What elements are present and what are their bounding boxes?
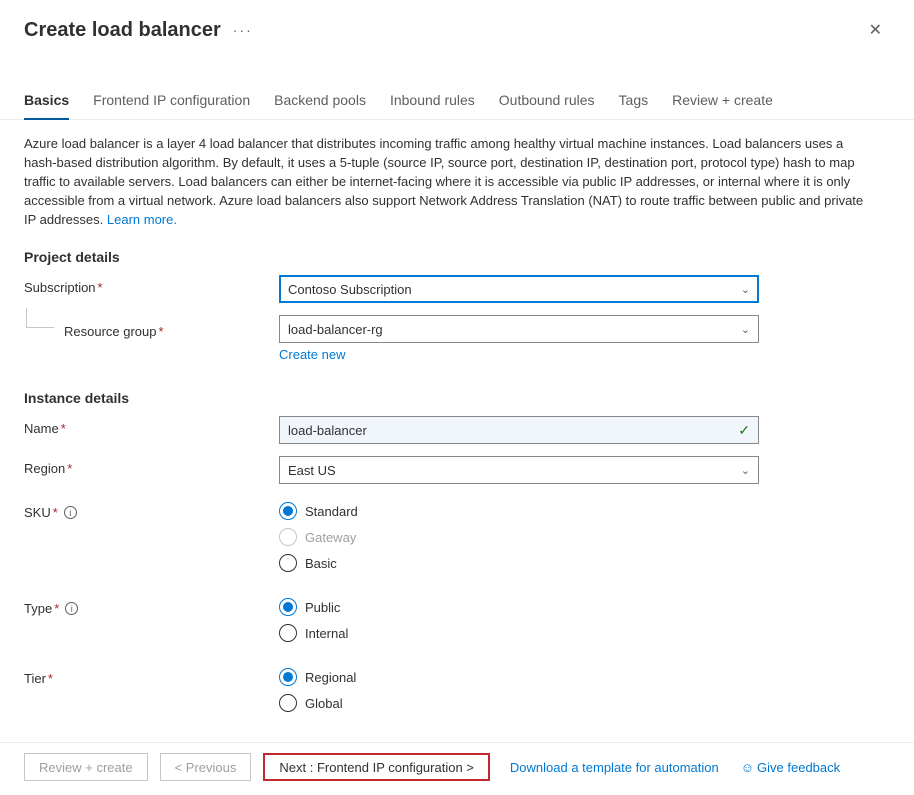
subscription-select[interactable]: Contoso Subscription ⌄: [279, 275, 759, 303]
region-value: East US: [288, 463, 336, 478]
review-create-button[interactable]: Review + create: [24, 753, 148, 781]
label-sku: SKU* i: [24, 500, 279, 520]
resource-group-select[interactable]: load-balancer-rg ⌄: [279, 315, 759, 343]
more-icon[interactable]: ···: [233, 22, 253, 38]
resource-group-value: load-balancer-rg: [288, 322, 383, 337]
required-marker: *: [48, 671, 53, 686]
radio-icon: [279, 598, 297, 616]
row-subscription: Subscription* Contoso Subscription ⌄: [24, 275, 890, 303]
row-region: Region* East US ⌄: [24, 456, 890, 484]
give-feedback-label: Give feedback: [757, 760, 840, 775]
tier-regional-label: Regional: [305, 670, 356, 685]
label-type: Type* i: [24, 596, 279, 616]
checkmark-icon: ✓: [738, 422, 750, 439]
label-region: Region*: [24, 456, 279, 476]
download-template-link[interactable]: Download a template for automation: [510, 760, 719, 775]
name-input[interactable]: load-balancer ✓: [279, 416, 759, 444]
radio-icon: [279, 668, 297, 686]
required-marker: *: [54, 601, 59, 616]
type-radio-group: Public Internal: [279, 596, 759, 642]
required-marker: *: [159, 324, 164, 339]
indent-line: [26, 308, 54, 328]
tab-outbound-rules[interactable]: Outbound rules: [499, 84, 595, 120]
sku-gateway-radio[interactable]: Gateway: [279, 528, 759, 546]
name-value: load-balancer: [288, 423, 367, 438]
type-internal-label: Internal: [305, 626, 348, 641]
row-type: Type* i Public Internal: [24, 596, 890, 642]
section-instance-details: Instance details: [24, 390, 890, 406]
chevron-down-icon: ⌄: [741, 464, 750, 477]
tier-radio-group: Regional Global: [279, 666, 759, 712]
footer-bar: Review + create < Previous Next : Fronte…: [0, 742, 914, 795]
tab-basics[interactable]: Basics: [24, 84, 69, 120]
radio-icon: [279, 502, 297, 520]
row-name: Name* load-balancer ✓: [24, 416, 890, 444]
radio-icon: [279, 554, 297, 572]
feedback-icon: ☺: [741, 760, 754, 775]
sku-standard-radio[interactable]: Standard: [279, 502, 759, 520]
sku-gateway-label: Gateway: [305, 530, 356, 545]
required-marker: *: [61, 421, 66, 436]
info-icon[interactable]: i: [64, 506, 77, 519]
description-text: Azure load balancer is a layer 4 load ba…: [24, 134, 864, 229]
label-resource-group: Resource group*: [24, 315, 279, 339]
label-name: Name*: [24, 416, 279, 436]
sku-basic-radio[interactable]: Basic: [279, 554, 759, 572]
tabs-bar: Basics Frontend IP configuration Backend…: [0, 84, 914, 120]
radio-icon: [279, 694, 297, 712]
tab-backend-pools[interactable]: Backend pools: [274, 84, 366, 120]
radio-icon: [279, 528, 297, 546]
give-feedback-link[interactable]: ☺ Give feedback: [741, 760, 840, 775]
page-title: Create load balancer: [24, 19, 221, 42]
required-marker: *: [67, 461, 72, 476]
type-public-label: Public: [305, 600, 340, 615]
tier-regional-radio[interactable]: Regional: [279, 668, 759, 686]
tier-global-label: Global: [305, 696, 343, 711]
create-new-link[interactable]: Create new: [279, 347, 759, 362]
previous-button[interactable]: < Previous: [160, 753, 252, 781]
sku-basic-label: Basic: [305, 556, 337, 571]
type-internal-radio[interactable]: Internal: [279, 624, 759, 642]
sku-standard-label: Standard: [305, 504, 358, 519]
tab-review-create[interactable]: Review + create: [672, 84, 773, 120]
info-icon[interactable]: i: [65, 602, 78, 615]
next-button[interactable]: Next : Frontend IP configuration >: [263, 753, 490, 781]
page-header: Create load balancer ··· ✕: [0, 0, 914, 54]
chevron-down-icon: ⌄: [741, 283, 750, 296]
radio-icon: [279, 624, 297, 642]
subscription-value: Contoso Subscription: [288, 282, 412, 297]
label-subscription: Subscription*: [24, 275, 279, 295]
tab-inbound-rules[interactable]: Inbound rules: [390, 84, 475, 120]
sku-radio-group: Standard Gateway Basic: [279, 500, 759, 572]
close-icon[interactable]: ✕: [861, 16, 890, 44]
tier-global-radio[interactable]: Global: [279, 694, 759, 712]
tab-tags[interactable]: Tags: [619, 84, 649, 120]
type-public-radio[interactable]: Public: [279, 598, 759, 616]
row-tier: Tier* Regional Global: [24, 666, 890, 712]
required-marker: *: [53, 505, 58, 520]
row-sku: SKU* i Standard Gateway Basic: [24, 500, 890, 572]
main-content: Azure load balancer is a layer 4 load ba…: [0, 120, 914, 712]
region-select[interactable]: East US ⌄: [279, 456, 759, 484]
required-marker: *: [98, 280, 103, 295]
chevron-down-icon: ⌄: [741, 323, 750, 336]
label-tier: Tier*: [24, 666, 279, 686]
row-resource-group: Resource group* load-balancer-rg ⌄ Creat…: [24, 315, 890, 362]
section-project-details: Project details: [24, 249, 890, 265]
learn-more-link[interactable]: Learn more.: [107, 212, 177, 227]
tab-frontend-ip[interactable]: Frontend IP configuration: [93, 84, 250, 120]
